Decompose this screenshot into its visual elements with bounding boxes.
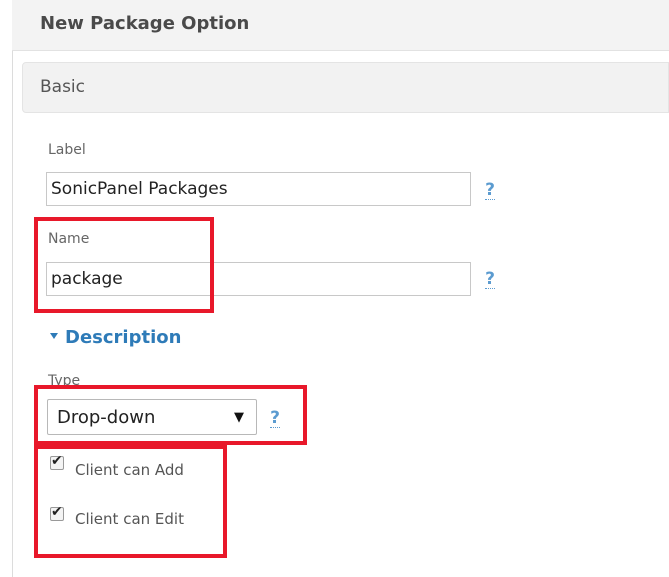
type-help-icon[interactable]: ? [270, 410, 280, 428]
section-header-basic[interactable]: Basic [22, 62, 669, 113]
name-help-icon[interactable]: ? [485, 271, 495, 289]
client-can-add-label: Client can Add [75, 461, 184, 479]
name-field-label: Name [48, 231, 90, 247]
description-toggle[interactable]: Description [50, 327, 181, 348]
type-select[interactable]: Drop-down ▼ [47, 399, 257, 435]
label-field-label: Label [48, 142, 86, 158]
client-can-edit-checkbox[interactable]: ✔ [50, 504, 64, 521]
panel-header: New Package Option [12, 0, 669, 51]
panel-title: New Package Option [40, 13, 250, 34]
panel-left-border [12, 0, 13, 577]
caret-down-icon [50, 333, 58, 339]
label-help-icon[interactable]: ? [485, 182, 495, 200]
description-toggle-label: Description [65, 327, 182, 348]
client-can-edit-label: Client can Edit [75, 510, 184, 528]
type-select-value: Drop-down [57, 407, 156, 428]
label-input[interactable]: SonicPanel Packages [46, 172, 471, 206]
dropdown-arrow-icon: ▼ [234, 410, 244, 425]
client-can-add-checkbox[interactable]: ✔ [50, 453, 64, 470]
section-title: Basic [40, 77, 86, 97]
type-field-label: Type [48, 373, 81, 389]
checkmark-icon: ✔ [51, 504, 63, 520]
name-input[interactable]: package [46, 262, 471, 296]
checkmark-icon: ✔ [51, 453, 63, 469]
